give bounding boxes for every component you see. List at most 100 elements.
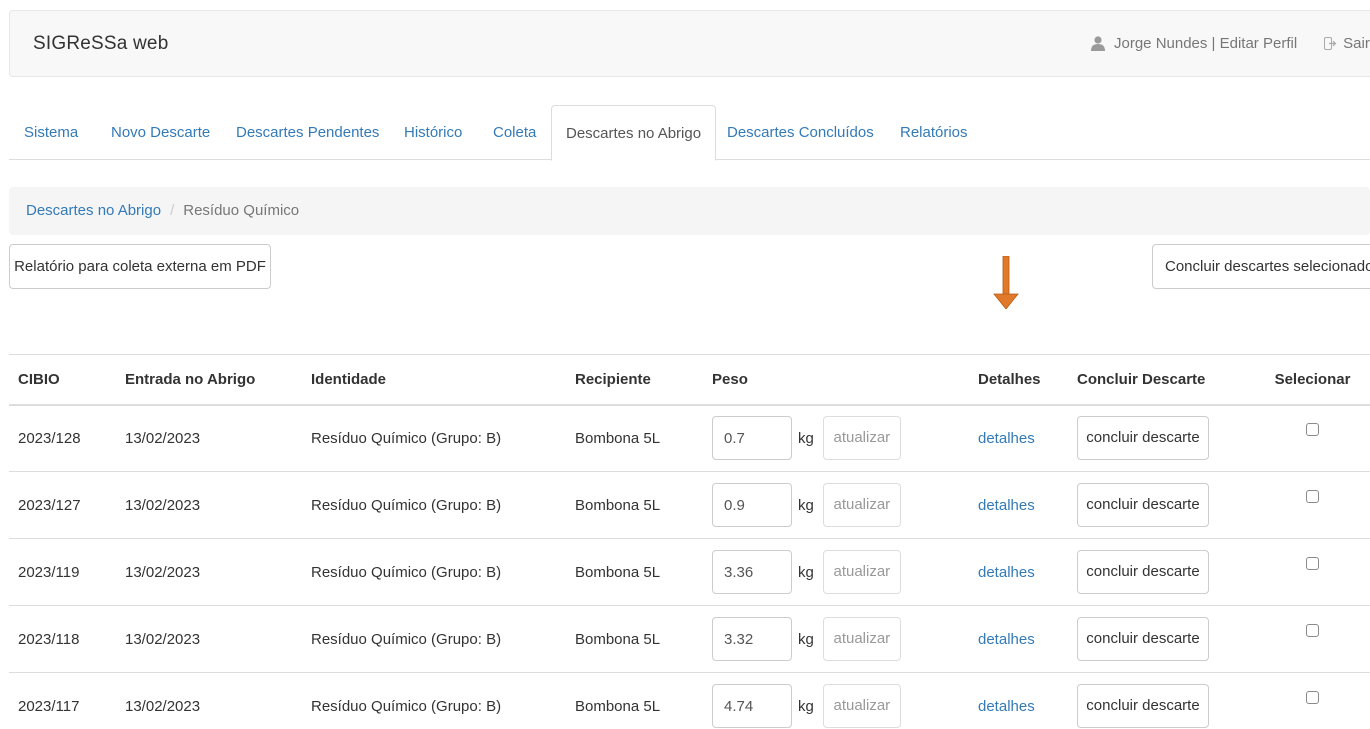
table-row: 2023/127 13/02/2023 Resíduo Químico (Grupo… [9,471,1370,539]
select-checkbox[interactable] [1306,557,1319,571]
logout-link[interactable]: Sair [1324,35,1370,52]
peso-unit: kg [798,697,814,715]
cell-selecionar [1255,471,1370,539]
tab-descartes-no-abrigo[interactable]: Descartes no Abrigo [551,105,717,161]
header-detalhes: Detalhes [978,354,1077,406]
cell-peso: kg atualizar [712,672,978,729]
cell-concluir: concluir descarte [1077,672,1255,729]
table-header-row: CIBIO Entrada no Abrigo Identidade Recip… [9,354,1370,406]
atualizar-button[interactable]: atualizar [822,550,901,594]
cell-peso: kg atualizar [712,404,978,472]
atualizar-button[interactable]: atualizar [822,684,901,729]
cell-detalhes: detalhes [978,471,1077,539]
breadcrumb-parent-link[interactable]: Descartes no Abrigo [26,202,161,219]
detalhes-link[interactable]: detalhes [978,698,1035,715]
cell-identidade: Resíduo Químico (Grupo: B) [311,471,575,539]
cell-entrada: 13/02/2023 [125,672,311,729]
cell-recipiente: Bombona 5L [575,471,712,539]
peso-group: kg atualizar [712,416,978,461]
concluir-descarte-button[interactable]: concluir descarte [1077,550,1209,594]
header-peso: Peso [712,354,978,406]
concluir-descarte-button[interactable]: concluir descarte [1077,617,1209,661]
peso-group: kg atualizar [712,617,978,661]
breadcrumb: Descartes no Abrigo / Resíduo Químico [9,187,1370,235]
peso-unit: kg [798,630,814,648]
peso-group: kg atualizar [712,550,978,594]
atualizar-button[interactable]: atualizar [822,416,901,461]
detalhes-link[interactable]: detalhes [978,497,1035,514]
peso-input[interactable] [712,550,792,594]
cell-peso: kg atualizar [712,471,978,539]
cell-detalhes: detalhes [978,538,1077,606]
atualizar-button[interactable]: atualizar [822,483,901,527]
peso-group: kg atualizar [712,483,978,527]
cell-cibio: 2023/118 [9,605,125,673]
detalhes-link[interactable]: detalhes [978,631,1035,648]
tab-historico[interactable]: Histórico [404,105,462,160]
peso-input[interactable] [712,416,792,461]
cell-selecionar [1255,538,1370,606]
select-checkbox[interactable] [1306,490,1319,504]
select-checkbox[interactable] [1306,624,1319,638]
brand-title[interactable]: SIGReSSa web [33,33,168,55]
table-row: 2023/119 13/02/2023 Resíduo Químico (Grupo… [9,538,1370,606]
select-checkbox[interactable] [1306,691,1319,705]
concluir-descarte-button[interactable]: concluir descarte [1077,684,1209,729]
cell-recipiente: Bombona 5L [575,538,712,606]
cell-entrada: 13/02/2023 [125,538,311,606]
breadcrumb-separator: / [170,202,175,219]
tab-novo-descarte[interactable]: Novo Descarte [111,105,210,160]
table-row: 2023/117 13/02/2023 Resíduo Químico (Grupo… [9,672,1370,729]
cell-peso: kg atualizar [712,605,978,673]
concluir-descarte-button[interactable]: concluir descarte [1077,416,1209,461]
breadcrumb-current: Resíduo Químico [183,202,300,219]
cell-entrada: 13/02/2023 [125,404,311,472]
tab-sistema[interactable]: Sistema [24,105,78,160]
tab-descartes-pendentes[interactable]: Descartes Pendentes [236,105,379,160]
atualizar-button[interactable]: atualizar [822,617,901,661]
logout-label: Sair [1343,35,1370,52]
header-cibio: CIBIO [9,354,125,406]
cell-concluir: concluir descarte [1077,471,1255,539]
concluir-descarte-button[interactable]: concluir descarte [1077,483,1209,527]
peso-unit: kg [798,496,814,514]
table-row: 2023/118 13/02/2023 Resíduo Químico (Grupo… [9,605,1370,673]
pdf-report-button[interactable]: Relatório para coleta externa em PDF [9,244,271,289]
tab-descartes-concluidos[interactable]: Descartes Concluídos [727,105,874,160]
user-icon [1091,36,1105,51]
cell-cibio: 2023/119 [9,538,125,606]
user-profile-link[interactable]: Jorge Nundes | Editar Perfil [1114,35,1297,52]
cell-detalhes: detalhes [978,404,1077,472]
header-recipiente: Recipiente [575,354,712,406]
cell-concluir: concluir descarte [1077,404,1255,472]
header-selecionar[interactable]: Selecionar [1255,354,1370,406]
discards-table: CIBIO Entrada no Abrigo Identidade Recip… [9,354,1370,729]
header-entrada: Entrada no Abrigo [125,354,311,406]
header-identidade: Identidade [311,354,575,406]
detalhes-link[interactable]: detalhes [978,430,1035,447]
cell-identidade: Resíduo Químico (Grupo: B) [311,605,575,673]
main-tabs: Sistema Novo Descarte Descartes Pendente… [9,105,1370,161]
peso-unit: kg [798,429,814,447]
table-row: 2023/128 13/02/2023 Resíduo Químico (Grupo… [9,404,1370,472]
select-checkbox[interactable] [1306,423,1319,437]
logout-icon [1324,37,1337,50]
header-concluir: Concluir Descarte [1077,354,1255,406]
cell-recipiente: Bombona 5L [575,404,712,472]
cell-detalhes: detalhes [978,605,1077,673]
peso-group: kg atualizar [712,684,978,729]
cell-cibio: 2023/117 [9,672,125,729]
peso-input[interactable] [712,684,792,729]
cell-entrada: 13/02/2023 [125,605,311,673]
tab-coleta[interactable]: Coleta [493,105,536,160]
cell-concluir: concluir descarte [1077,538,1255,606]
user-area: Jorge Nundes | Editar Perfil Sair [1091,35,1370,52]
detalhes-link[interactable]: detalhes [978,564,1035,581]
cell-selecionar [1255,605,1370,673]
peso-input[interactable] [712,483,792,527]
peso-input[interactable] [712,617,792,661]
cell-cibio: 2023/127 [9,471,125,539]
cell-concluir: concluir descarte [1077,605,1255,673]
conclude-selected-button[interactable]: Concluir descartes selecionados [1152,244,1370,289]
tab-relatorios[interactable]: Relatórios [900,105,968,160]
